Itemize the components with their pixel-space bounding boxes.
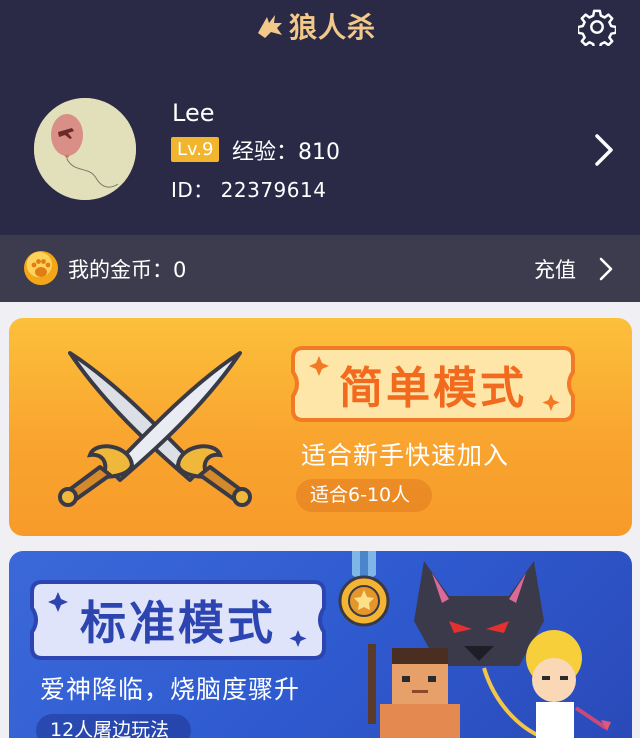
app-title: 狼人杀 — [289, 11, 377, 44]
chevron-right-icon[interactable] — [597, 256, 615, 282]
recharge-button[interactable]: 充值 — [534, 254, 576, 284]
coin-icon — [24, 251, 58, 285]
cupid-illustration — [482, 630, 611, 738]
experience-text: 经验：810 — [232, 140, 340, 165]
chevron-right-icon[interactable] — [590, 133, 618, 167]
standard-mode-title: 标准模式 — [28, 578, 328, 662]
standard-mode-description: 爱神降临，烧脑度骤升 — [40, 675, 301, 704]
app-screen: 狼人杀 Lee Lv.9 经验：810 ID： 22379614 我的金币：0 … — [0, 0, 640, 738]
coin-balance: 我的金币：0 — [68, 258, 187, 282]
simple-mode-player-count: 适合6-10人 — [296, 479, 433, 512]
warrior-illustration — [368, 644, 460, 738]
avatar[interactable] — [34, 98, 136, 200]
medal-icon — [338, 551, 390, 627]
profile-header: 狼人杀 Lee Lv.9 经验：810 ID： 22379614 — [0, 0, 640, 235]
simple-mode-title: 简单模式 — [289, 344, 577, 424]
gear-icon[interactable] — [578, 8, 616, 46]
balloon-avatar-image — [34, 98, 136, 200]
app-logo: 狼人杀 — [255, 6, 376, 46]
level-badge: Lv.9 — [171, 137, 220, 162]
username: Lee — [172, 99, 215, 127]
crossed-swords-icon — [58, 351, 252, 507]
simple-mode-description: 适合新手快速加入 — [301, 441, 510, 470]
standard-mode-player-count: 12人屠边玩法 — [36, 714, 192, 738]
user-id: ID： 22379614 — [171, 178, 327, 202]
wolf-logo-icon — [258, 15, 282, 38]
